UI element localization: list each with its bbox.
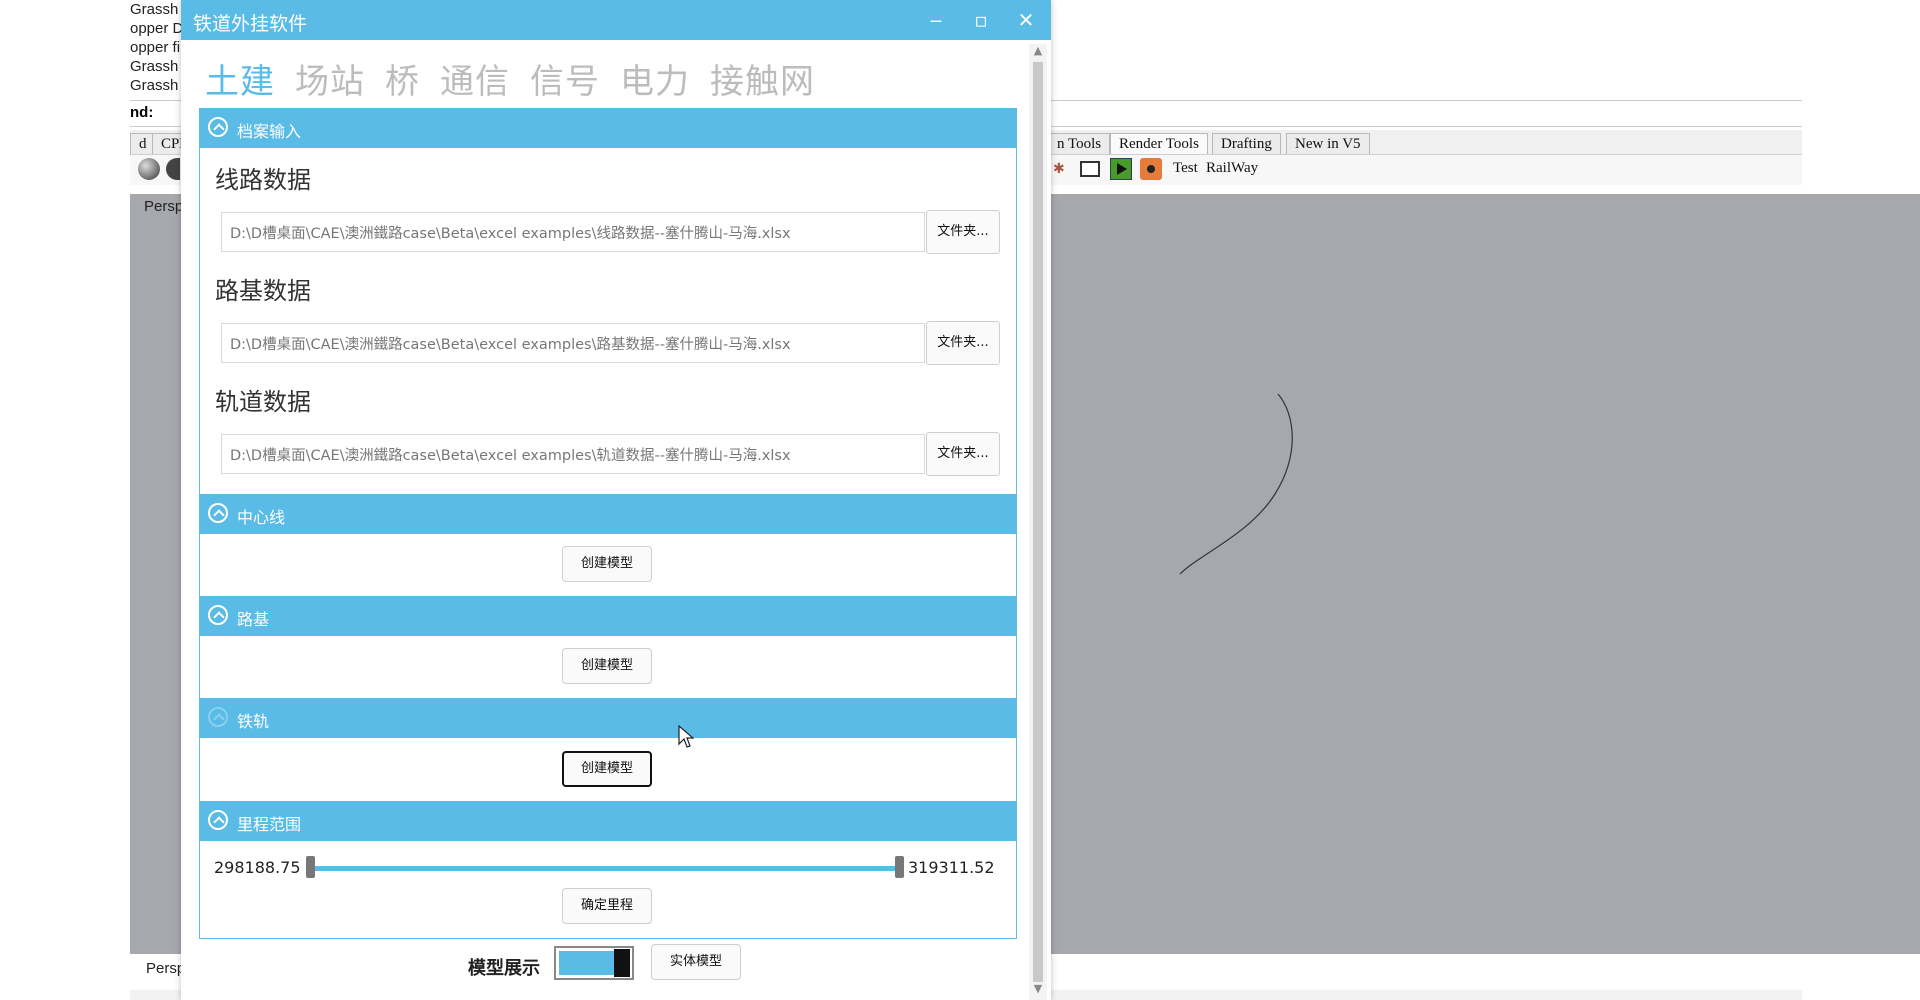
vertical-scrollbar[interactable]: ▲ ▼ — [1029, 44, 1047, 1000]
scroll-down-icon[interactable]: ▼ — [1029, 982, 1047, 996]
window-title: 铁道外挂软件 — [193, 13, 308, 35]
section-title: 档案输入 — [237, 122, 302, 141]
toolbar-railway-label[interactable]: RailWay — [1206, 160, 1258, 177]
model-display-label: 模型展示 — [468, 958, 540, 979]
toolbar-tab-render-tools[interactable]: Render Tools — [1110, 133, 1208, 154]
discipline-tabs: 土建 场站桥通信 信号 电力 接触网 — [205, 54, 835, 104]
roadbed-data-browse-button[interactable]: 文件夹... — [926, 321, 1000, 365]
mileage-range-low-thumb[interactable] — [306, 856, 315, 878]
maximize-icon[interactable]: ▫ — [966, 6, 996, 34]
scroll-thumb[interactable] — [1033, 62, 1043, 982]
minimize-icon[interactable]: ‒ — [921, 6, 951, 34]
viewport-label[interactable]: Persp — [144, 198, 183, 215]
mouse-cursor-icon — [678, 724, 695, 753]
tab-signal[interactable]: 信号 — [530, 54, 600, 103]
section-title: 里程范围 — [237, 815, 302, 834]
toolbar-tab-drafting[interactable]: Drafting — [1212, 133, 1281, 154]
section-header-centerline[interactable]: 中心线 — [199, 494, 1017, 534]
toolbar-test-label[interactable]: Test — [1173, 160, 1198, 177]
section-header-roadbed[interactable]: 路基 — [199, 596, 1017, 636]
toggle-fill — [559, 951, 615, 975]
section-title: 铁轨 — [237, 712, 270, 731]
section-header-mileage-range[interactable]: 里程范围 — [199, 801, 1017, 841]
command-prompt-label: nd: — [130, 104, 154, 121]
mileage-max-value: 319311.52 — [908, 858, 995, 877]
rail-create-model-button[interactable]: 创建模型 — [562, 751, 652, 787]
collapse-chevron-icon[interactable] — [208, 605, 228, 625]
record-tool-icon[interactable] — [1140, 158, 1162, 180]
settings-tool-icon[interactable]: ✱ — [1053, 162, 1065, 176]
close-icon[interactable]: ✕ — [1011, 6, 1041, 34]
mileage-min-value: 298188.75 — [214, 858, 301, 877]
viewport-label[interactable]: Persp — [146, 960, 185, 977]
window-titlebar[interactable]: 铁道外挂软件 ‒ ▫ ✕ — [181, 0, 1051, 40]
section-title: 中心线 — [237, 508, 286, 527]
tab-power[interactable]: 电力 — [620, 54, 690, 103]
scroll-up-icon[interactable]: ▲ — [1029, 44, 1047, 58]
viewport-left[interactable] — [130, 194, 182, 954]
toggle-knob — [614, 949, 630, 977]
mileage-range-high-thumb[interactable] — [895, 856, 904, 878]
track-data-title: 轨道数据 — [215, 388, 311, 416]
route-data-path-field[interactable]: D:\D槽桌面\CAE\澳洲鐵路case\Beta\excel examples… — [221, 212, 925, 252]
viewport-main[interactable] — [1050, 194, 1920, 954]
section-header-rail[interactable]: 铁轨 — [199, 698, 1017, 738]
plugin-window: 铁道外挂软件 ‒ ▫ ✕ ▲ ▼ 土建 场站桥通信 信号 电力 接触网 档案输入 线路数… — [181, 0, 1051, 1000]
tab-catenary[interactable]: 接触网 — [710, 54, 815, 103]
collapse-chevron-icon[interactable] — [208, 707, 228, 727]
collapse-chevron-icon[interactable] — [208, 117, 228, 137]
tab-civil[interactable]: 土建 — [205, 54, 275, 103]
roadbed-create-model-button[interactable]: 创建模型 — [562, 648, 652, 684]
roadbed-data-path-field[interactable]: D:\D槽桌面\CAE\澳洲鐵路case\Beta\excel examples… — [221, 323, 925, 363]
section-title: 路基 — [237, 610, 270, 629]
route-data-browse-button[interactable]: 文件夹... — [926, 210, 1000, 254]
confirm-mileage-button[interactable]: 确定里程 — [562, 888, 652, 924]
tab-communication[interactable]: 通信 — [440, 54, 510, 103]
track-data-browse-button[interactable]: 文件夹... — [926, 432, 1000, 476]
model-display-toggle[interactable] — [554, 946, 634, 980]
toolbar-tab-new-in-v5[interactable]: New in V5 — [1286, 133, 1370, 154]
railway-curve — [1179, 393, 1293, 575]
route-data-title: 线路数据 — [215, 166, 311, 194]
sphere-tool-icon[interactable] — [138, 158, 160, 180]
tab-bridge[interactable]: 桥 — [385, 54, 420, 103]
collapse-chevron-icon[interactable] — [208, 503, 228, 523]
section-header-archive-input[interactable]: 档案输入 — [199, 108, 1017, 148]
mileage-range-slider-track[interactable] — [310, 866, 902, 871]
solid-model-button[interactable]: 实体模型 — [651, 944, 741, 980]
toolbar-tab[interactable]: n Tools — [1048, 133, 1111, 154]
centerline-create-model-button[interactable]: 创建模型 — [562, 546, 652, 582]
play-tool-icon[interactable] — [1110, 158, 1132, 180]
collapse-chevron-icon[interactable] — [208, 810, 228, 830]
roadbed-data-title: 路基数据 — [215, 277, 311, 305]
display-tool-icon[interactable] — [1080, 161, 1100, 177]
track-data-path-field[interactable]: D:\D槽桌面\CAE\澳洲鐵路case\Beta\excel examples… — [221, 434, 925, 474]
tab-station[interactable]: 场站 — [295, 54, 365, 103]
